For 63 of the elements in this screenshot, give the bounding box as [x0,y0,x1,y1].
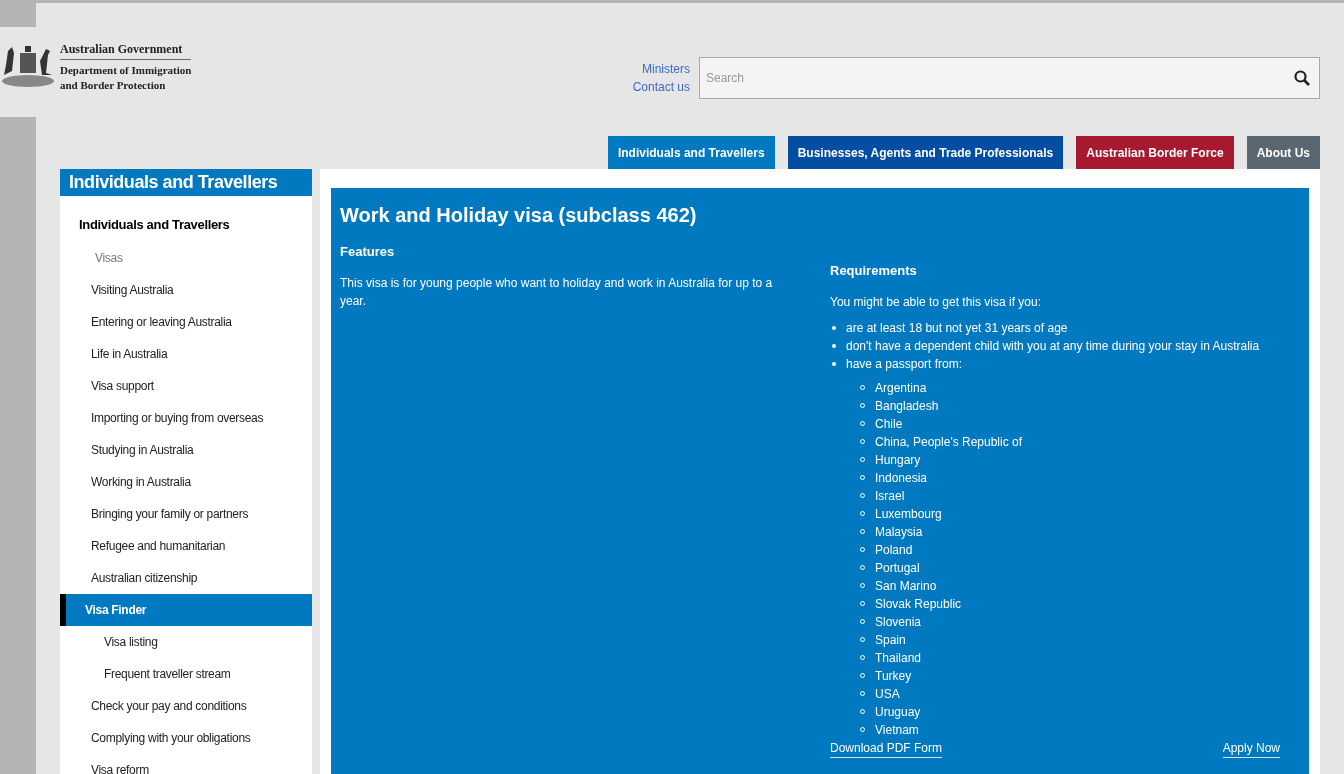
nav-tab[interactable]: Individuals and Travellers [607,136,775,169]
sidebar-item[interactable]: Importing or buying from overseas [60,401,312,434]
logo-subtitle: and Border Protection [60,77,167,93]
section-heading: Requirements [830,262,918,280]
sidebar-item[interactable]: Individuals and Travellers [60,208,312,242]
header-link[interactable]: Ministers [642,60,690,78]
country-name: Uruguay [875,703,921,721]
sidebar-title: Individuals and Travellers [60,169,312,196]
country-name: Slovenia [875,613,922,631]
sidebar-item[interactable]: Refugee and humanitarian [60,529,312,562]
sidebar-item[interactable]: Entering or leaving Australia [60,305,312,338]
country-name: Luxembourg [875,505,942,523]
sidebar-item[interactable]: Bringing your family or partners [60,497,312,530]
country-name: Vietnam [875,721,919,739]
nav-tab[interactable]: About Us [1246,136,1320,169]
search-field[interactable]: Search [699,57,1320,99]
country-name: Chile [875,415,903,433]
sidebar-item[interactable]: Visa reform [60,753,312,774]
features-text: This visa is for young people who want to holiday and work in Australia for up to a year. [340,274,774,310]
bullet-icon [832,325,836,330]
country-name: San Marino [875,577,937,595]
sidebar-item[interactable]: Visas [60,241,312,274]
sidebar-item[interactable]: Complying with your obligations [60,721,312,754]
country-name: China, People's Republic of [875,433,1023,451]
logo-subtitle: Department of Immigration [60,62,192,78]
bullet-icon [832,343,836,348]
country-name: Bangladesh [875,397,939,415]
country-name: Portugal [875,559,920,577]
country-name: Poland [875,541,913,559]
nav-tab[interactable]: Businesses, Agents and Trade Professionals [787,136,1064,169]
requirement-text: are at least 18 but not yet 31 years of age [846,319,1068,337]
page-title: Work and Holiday visa (subclass 462) [340,203,698,228]
country-name: Thailand [875,649,922,667]
sidebar-item[interactable]: Working in Australia [60,465,312,498]
apply-link[interactable]: Apply Now [1222,739,1280,758]
logo-title: Australian Government [60,41,192,60]
sidebar-item[interactable]: Frequent traveller stream [60,657,312,690]
requirements-intro: You might be able to get this visa if you: [830,293,1043,311]
country-name: Hungary [875,451,921,469]
sidebar-item[interactable]: Visa Finder [60,593,312,626]
sidebar-item[interactable]: Life in Australia [60,337,312,370]
sidebar-item[interactable]: Visa support [60,369,312,402]
country-name: Israel [875,487,905,505]
requirement-text: don't have a dependent child with you at any time during your stay in Australia [846,337,1260,355]
country-name: Slovak Republic [875,595,962,613]
section-heading: Features [340,243,396,261]
country-name: Spain [875,631,906,649]
country-name: Indonesia [875,469,928,487]
country-name: USA [875,685,900,703]
bullet-icon [832,361,836,366]
sidebar-item[interactable]: Visa listing [60,625,312,658]
requirement-text: have a passport from: [846,355,963,373]
sidebar-item[interactable]: Australian citizenship [60,561,312,594]
country-name: Malaysia [875,523,923,541]
country-name: Argentina [875,379,927,397]
country-name: Turkey [875,667,912,685]
sidebar-item[interactable]: Studying in Australia [60,433,312,466]
sidebar-item[interactable]: Check your pay and conditions [60,689,312,722]
header-link[interactable]: Contact us [632,78,690,96]
nav-tab[interactable]: Australian Border Force [1076,136,1234,169]
download-link[interactable]: Download PDF Form [830,739,943,758]
search-icon[interactable] [1294,70,1310,86]
sidebar-item[interactable]: Visiting Australia [60,273,312,306]
